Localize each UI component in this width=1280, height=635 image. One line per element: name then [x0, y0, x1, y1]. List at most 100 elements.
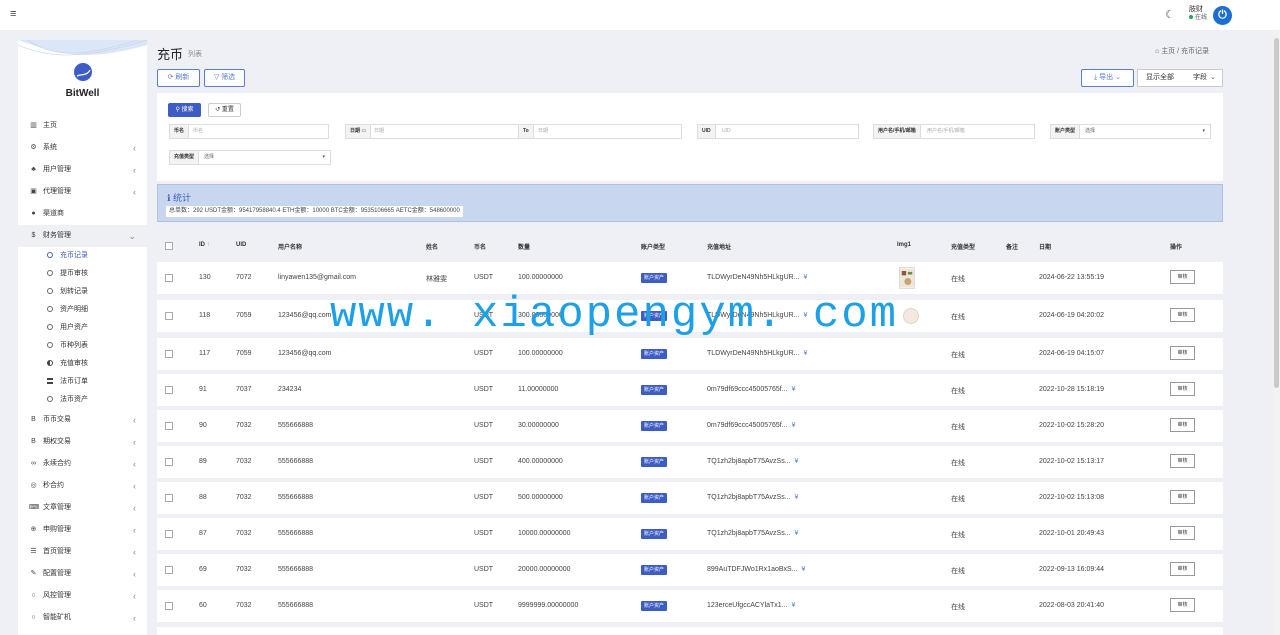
sidebar-item-system[interactable]: ⚙ 系统 ‹: [18, 137, 147, 159]
sidebar-item-config[interactable]: ✎ 配置管理 ‹: [18, 563, 147, 585]
hamburger-icon[interactable]: ≡: [10, 8, 16, 20]
audit-button[interactable]: 审核: [1170, 490, 1195, 504]
cell-uid: 7032: [236, 530, 252, 537]
sidebar-subitem-fiat-orders[interactable]: 法币订单: [18, 373, 147, 391]
recharge-type-select[interactable]: 充值类型 选择 ▾: [169, 150, 331, 165]
audit-button[interactable]: 审核: [1170, 382, 1195, 396]
audit-button[interactable]: 审核: [1170, 526, 1195, 540]
row-checkbox[interactable]: [165, 494, 173, 502]
sidebar-item-home[interactable]: ▥ 主页: [18, 115, 147, 137]
sidebar-item-options-trading[interactable]: B 期权交易 ‹: [18, 431, 147, 453]
row-checkbox[interactable]: [165, 458, 173, 466]
uid-filter-input[interactable]: UID: [722, 125, 731, 138]
audit-button[interactable]: 审核: [1170, 454, 1195, 468]
bitcoin-icon: B: [31, 438, 36, 445]
column-header-date: 日期: [1039, 245, 1052, 251]
sidebar-subitem-user-assets[interactable]: 用户资产: [18, 319, 147, 337]
account-type-label: 账户类型: [1051, 125, 1081, 138]
audit-button[interactable]: 审核: [1170, 308, 1195, 322]
date-filter[interactable]: 日期 ▭ 日期 To 日期: [345, 124, 682, 139]
sidebar-subitem-coin-list[interactable]: 币种列表: [18, 337, 147, 355]
expand-icon[interactable]: ¥: [792, 386, 796, 393]
expand-icon[interactable]: ¥: [804, 350, 808, 357]
sidebar-item-homepage[interactable]: ☰ 首页管理 ‹: [18, 541, 147, 563]
expand-icon[interactable]: ¥: [792, 602, 796, 609]
sidebar-item-second-contract[interactable]: ◎ 秒合约 ‹: [18, 475, 147, 497]
recharge-type-label: 充值类型: [170, 151, 200, 164]
column-header-recharge-type: 充值类型: [951, 245, 976, 251]
column-header-id[interactable]: ID ↑: [199, 242, 210, 248]
user-filter-input[interactable]: 用户名/手机/邮箱: [927, 125, 965, 138]
expand-icon[interactable]: ¥: [802, 566, 806, 573]
uid-filter[interactable]: UID UID: [697, 124, 859, 139]
expand-icon[interactable]: ¥: [795, 458, 799, 465]
chevron-left-icon: ‹: [133, 165, 136, 175]
sidebar-item-label: 智能矿机: [43, 614, 71, 621]
cell-amount: 10000.00000000: [518, 530, 571, 537]
coin-filter[interactable]: 币名 币名: [169, 124, 329, 139]
circle-icon: [47, 342, 53, 348]
proof-image-thumbnail[interactable]: [899, 267, 915, 289]
expand-icon[interactable]: ¥: [795, 530, 799, 537]
account-type-select[interactable]: 账户类型 选择 ▾: [1050, 124, 1211, 139]
sidebar-item-channel[interactable]: ● 渠道商: [18, 203, 147, 225]
audit-button[interactable]: 审核: [1170, 562, 1195, 576]
power-icon[interactable]: ⏻: [1213, 6, 1232, 25]
sidebar-item-label: 永续合约: [43, 460, 71, 467]
audit-button[interactable]: 审核: [1170, 598, 1195, 612]
proof-image-thumbnail[interactable]: [903, 308, 919, 324]
row-checkbox[interactable]: [165, 350, 173, 358]
sidebar-item-risk[interactable]: ○ 风控管理 ‹: [18, 585, 147, 607]
select-all-checkbox[interactable]: [165, 242, 173, 250]
cell-address: 123erceUfgccACYlaTx1... ¥: [707, 602, 796, 609]
sidebar-subitem-transfer-records[interactable]: 划转记录: [18, 283, 147, 301]
sidebar-subitem-recharge-review[interactable]: 充值审核: [18, 355, 147, 373]
cell-uid: 7037: [236, 386, 252, 393]
sidebar-subitem-withdraw-review[interactable]: 提币审核: [18, 265, 147, 283]
cell-date: 2024-06-22 13:55:19: [1039, 274, 1104, 281]
scrollbar-thumb[interactable]: [1274, 38, 1279, 388]
cell-coin: USDT: [474, 566, 494, 573]
sidebar-subitem-asset-details[interactable]: 资产明细: [18, 301, 147, 319]
sidebar-item-mining[interactable]: ○ 智能矿机 ‹: [18, 607, 147, 629]
refresh-button[interactable]: ⟳ 刷新: [157, 69, 200, 87]
sidebar-subitem-fiat-assets[interactable]: 法币资产: [18, 391, 147, 409]
chevron-down-icon: ⌄: [1115, 74, 1121, 81]
row-checkbox[interactable]: [165, 386, 173, 394]
user-filter[interactable]: 用户名/手机/邮箱 用户名/手机/邮箱: [873, 124, 1035, 139]
cell-recharge-type: 在线: [951, 352, 965, 359]
sidebar-item-users[interactable]: ♣ 用户管理 ‹: [18, 159, 147, 181]
sidebar-item-perpetual[interactable]: ∞ 永续合约 ‹: [18, 453, 147, 475]
sidebar-item-spot-trading[interactable]: B 币币交易 ‹: [18, 409, 147, 431]
sidebar-item-finance[interactable]: $ 财务管理 ⌄: [18, 225, 147, 247]
row-checkbox[interactable]: [165, 312, 173, 320]
row-checkbox[interactable]: [165, 530, 173, 538]
filter-button[interactable]: ▽ 筛选: [204, 69, 245, 87]
reset-button[interactable]: ↺ 重置: [208, 103, 241, 117]
audit-button[interactable]: 审核: [1170, 270, 1195, 284]
column-select[interactable]: 显示全部 字段 ⌄: [1137, 69, 1223, 87]
export-button[interactable]: ⤓ 导出 ⌄: [1081, 69, 1134, 87]
sidebar-item-agents[interactable]: ▣ 代理管理 ‹: [18, 181, 147, 203]
coin-filter-input[interactable]: 币名: [193, 125, 203, 138]
breadcrumb-home[interactable]: 主页: [1161, 48, 1175, 55]
sidebar-item-subscription[interactable]: ⊕ 申购管理 ‹: [18, 519, 147, 541]
account-type-badge: 账户资产: [641, 457, 668, 467]
sidebar-item-articles[interactable]: ⌨ 文章管理 ‹: [18, 497, 147, 519]
moon-icon[interactable]: ☾: [1165, 8, 1175, 21]
audit-button[interactable]: 审核: [1170, 346, 1195, 360]
sidebar-subitem-recharge-records[interactable]: 充币记录: [18, 247, 147, 265]
row-checkbox[interactable]: [165, 602, 173, 610]
expand-icon[interactable]: ¥: [795, 494, 799, 501]
date-to-input[interactable]: 日期: [538, 125, 548, 138]
row-checkbox[interactable]: [165, 566, 173, 574]
row-checkbox[interactable]: [165, 274, 173, 282]
audit-button[interactable]: 审核: [1170, 418, 1195, 432]
row-checkbox[interactable]: [165, 422, 173, 430]
search-button[interactable]: ⚲ 搜索: [168, 103, 201, 117]
expand-icon[interactable]: ¥: [792, 422, 796, 429]
date-from-input[interactable]: 日期: [374, 125, 384, 138]
user-info[interactable]: 肢财 在线: [1189, 6, 1207, 22]
expand-icon[interactable]: ¥: [804, 274, 808, 281]
cell-id: 69: [199, 566, 207, 573]
